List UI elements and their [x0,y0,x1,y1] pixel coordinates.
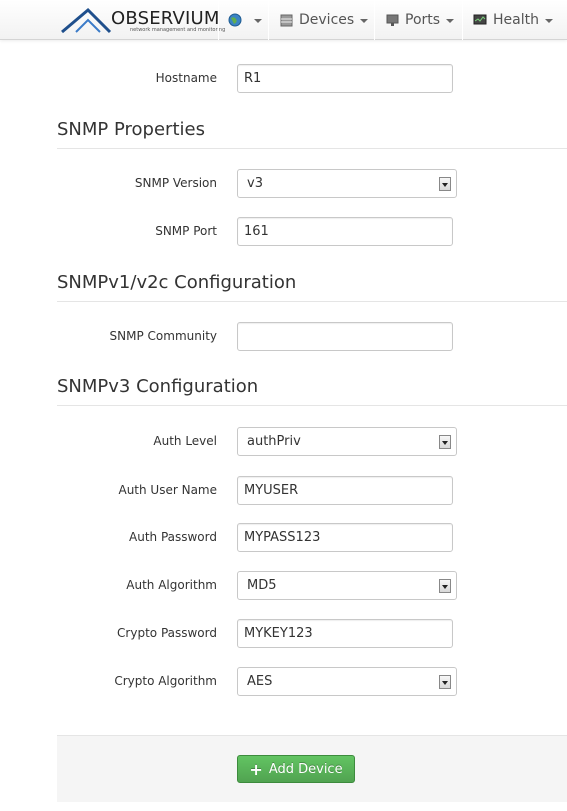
auth-password-label: Auth Password [129,530,217,544]
section-divider [57,405,567,406]
snmp-community-row: SNMP Community [0,322,567,352]
auth-user-row: Auth User Name MYUSER [0,476,567,506]
snmp-port-label: SNMP Port [155,224,217,238]
auth-algorithm-value: MD5 [247,578,277,593]
add-device-label: Add Device [268,761,343,777]
select-arrow-icon [439,435,451,449]
network-port-icon [386,14,399,26]
chevron-down-icon [544,19,553,23]
snmp-v3-heading: SNMPv3 Configuration [57,376,259,397]
brand-name: OBSERVIUM [111,8,220,29]
snmp-version-row: SNMP Version v3 [0,169,567,199]
snmp-port-input[interactable]: 161 [237,217,453,246]
hostname-input[interactable]: R1 [237,64,453,93]
auth-user-label: Auth User Name [118,483,217,497]
brand-tagline: network management and monitoring [130,27,226,33]
crypto-password-row: Crypto Password MYKEY123 [0,619,567,649]
top-navbar: OBSERVIUM network management and monitor… [0,0,567,40]
observium-logo-icon [61,7,112,34]
auth-algorithm-label: Auth Algorithm [126,578,217,592]
nav-divider [268,0,269,40]
section-divider [57,148,567,149]
auth-level-label: Auth Level [153,434,217,448]
chevron-down-icon [360,19,369,23]
auth-algorithm-row: Auth Algorithm MD5 [0,571,567,601]
hostname-row: Hostname R1 [0,64,567,94]
hostname-label: Hostname [155,71,217,85]
globe-icon [228,13,242,27]
snmp-version-value: v3 [247,176,263,191]
server-icon [280,14,293,26]
nav-divider [374,0,375,40]
select-arrow-icon [439,177,451,191]
add-device-button[interactable]: + Add Device [237,755,355,783]
brand-logo-link[interactable]: OBSERVIUM network management and monitor… [60,4,225,36]
snmp-v1v2c-heading: SNMPv1/v2c Configuration [57,272,297,293]
snmp-port-row: SNMP Port 161 [0,217,567,247]
auth-level-select[interactable]: authPriv [237,427,457,456]
auth-algorithm-select[interactable]: MD5 [237,571,457,600]
auth-level-row: Auth Level authPriv [0,427,567,457]
section-divider [57,301,567,302]
crypto-algorithm-select[interactable]: AES [237,667,457,696]
auth-password-row: Auth Password MYPASS123 [0,523,567,553]
plus-icon: + [249,759,263,779]
snmp-version-select[interactable]: v3 [237,169,457,198]
nav-divider [462,0,463,40]
nav-ports-label: Ports [405,12,441,28]
nav-divider [218,0,219,40]
nav-health-menu[interactable]: Health [473,0,553,40]
snmp-properties-heading: SNMP Properties [57,119,205,140]
nav-globe-menu[interactable] [228,0,262,40]
crypto-algorithm-label: Crypto Algorithm [114,674,217,688]
select-arrow-icon [439,579,451,593]
chevron-down-icon [254,19,262,23]
select-arrow-icon [439,675,451,689]
snmp-community-input[interactable] [237,322,453,351]
crypto-algorithm-row: Crypto Algorithm AES [0,667,567,697]
snmp-version-label: SNMP Version [134,176,217,190]
chevron-down-icon [446,19,455,23]
monitor-icon [473,14,487,25]
auth-user-input[interactable]: MYUSER [237,476,453,505]
nav-ports-menu[interactable]: Ports [386,0,455,40]
auth-password-input[interactable]: MYPASS123 [237,523,453,552]
nav-health-label: Health [493,12,539,28]
auth-level-value: authPriv [247,434,301,449]
crypto-password-label: Crypto Password [117,626,217,640]
form-actions: + Add Device [57,735,567,802]
snmp-community-label: SNMP Community [109,329,217,343]
crypto-algorithm-value: AES [247,674,273,689]
nav-devices-menu[interactable]: Devices [280,0,369,40]
crypto-password-input[interactable]: MYKEY123 [237,619,453,648]
nav-devices-label: Devices [299,12,355,28]
